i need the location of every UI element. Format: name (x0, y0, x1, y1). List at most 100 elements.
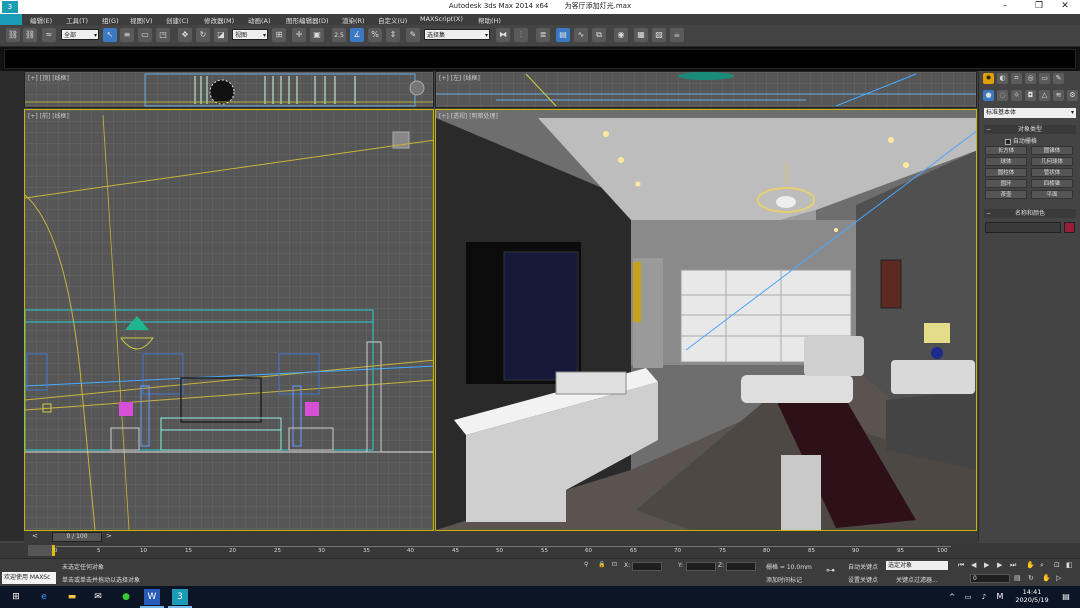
tube-button[interactable]: 管状体 (1031, 168, 1073, 177)
spacewarps-category-icon[interactable]: ≋ (1053, 90, 1064, 101)
auto-grid-checkbox[interactable] (1005, 138, 1011, 145)
viewport-left[interactable]: [+] [左] [线框] (435, 71, 977, 108)
play-icon[interactable]: ▶ (984, 561, 989, 569)
object-type-rollout[interactable]: − 对象类型 (984, 125, 1076, 134)
notifications-icon[interactable]: ▤ (1058, 589, 1074, 605)
viewport-perspective-label[interactable]: [+] [透视] [明暗处理] (439, 111, 498, 120)
menu-help[interactable]: 帮助(H) (478, 15, 501, 25)
isolate-icon[interactable]: ⚲ (584, 561, 588, 568)
motion-tab-icon[interactable]: ◎ (1025, 73, 1036, 84)
menu-create[interactable]: 创建(C) (166, 15, 189, 25)
display-tab-icon[interactable]: ▭ (1039, 73, 1050, 84)
bind-space-warp-icon[interactable]: ≈ (42, 28, 56, 42)
network-icon[interactable]: ▭ (960, 589, 976, 605)
zoom-icon[interactable]: ⌕ (1040, 561, 1044, 570)
snaps-toggle-icon[interactable]: 2.5 (332, 28, 346, 42)
close-button[interactable]: ✕ (1050, 0, 1080, 14)
y-coordinate-field[interactable] (686, 562, 716, 571)
clock[interactable]: 14:41 2020/5/19 (1012, 588, 1052, 604)
absolute-mode-icon[interactable]: ⊡ (612, 561, 617, 568)
torus-button[interactable]: 圆环 (985, 179, 1027, 188)
pyramid-button[interactable]: 四棱锥 (1031, 179, 1073, 188)
mirror-icon[interactable]: ⧓ (496, 28, 510, 42)
menu-animation[interactable]: 动画(A) (248, 15, 271, 25)
teapot-button[interactable]: 茶壶 (985, 190, 1027, 199)
mail-icon[interactable]: ✉ (90, 589, 106, 605)
plane-button[interactable]: 平面 (1031, 190, 1073, 199)
shapes-category-icon[interactable]: ◌ (997, 90, 1008, 101)
key-filters-button[interactable]: 关键点过滤器... (896, 575, 938, 584)
spinner-snap-icon[interactable]: ⇕ (386, 28, 400, 42)
track-view-toggle-icon[interactable] (28, 545, 52, 556)
auto-key-button[interactable]: 自动关键点 (848, 562, 878, 571)
walkthrough-icon[interactable]: ✋ (1042, 574, 1051, 582)
zoom-extents-icon[interactable]: ⊡ (1054, 561, 1060, 569)
create-tab-icon[interactable]: ✹ (983, 73, 994, 84)
hierarchy-tab-icon[interactable]: ⌗ (1011, 73, 1022, 84)
x-coordinate-field[interactable] (632, 562, 662, 571)
time-config-icon[interactable]: ▤ (1014, 574, 1021, 582)
align-icon[interactable]: ⫶ (514, 28, 528, 42)
unlink-icon[interactable]: ⛓ (23, 28, 37, 42)
slider-next-icon[interactable]: > (106, 532, 112, 540)
orbit-icon[interactable]: ↻ (1028, 574, 1034, 582)
graphite-modeling-icon[interactable]: ▤ (556, 28, 570, 42)
modify-tab-icon[interactable]: ◐ (997, 73, 1008, 84)
schematic-view-icon[interactable]: ⧉ (592, 28, 606, 42)
render-production-icon[interactable]: ☕ (670, 28, 684, 42)
select-link-icon[interactable]: ⛓ (6, 28, 20, 42)
time-slider[interactable]: 0 / 100 (52, 532, 102, 542)
select-move-icon[interactable]: ✥ (178, 28, 192, 42)
current-frame-field[interactable]: 0 (970, 574, 1010, 583)
maximize-viewport-icon[interactable]: ◧ (1066, 561, 1073, 569)
layer-manager-icon[interactable]: ≣ (536, 28, 550, 42)
file-explorer-icon[interactable]: ▬ (64, 589, 80, 605)
selection-filter-dropdown[interactable]: 全部 (61, 29, 99, 41)
menu-edit[interactable]: 编辑(E) (30, 15, 52, 25)
app-menu-button[interactable] (0, 14, 22, 25)
cylinder-button[interactable]: 圆柱体 (985, 168, 1027, 177)
selection-lock-icon[interactable]: 🔒 (598, 561, 605, 568)
select-scale-icon[interactable]: ◪ (214, 28, 228, 42)
systems-category-icon[interactable]: ⚙ (1067, 90, 1078, 101)
wechat-icon[interactable]: ● (118, 589, 134, 605)
edge-browser-icon[interactable]: e (36, 589, 52, 605)
edit-named-selection-icon[interactable]: ✎ (406, 28, 420, 42)
menu-modifiers[interactable]: 修改器(M) (204, 15, 234, 25)
windows-start-icon[interactable]: ⊞ (8, 589, 24, 605)
rendered-frame-window-icon[interactable]: ▧ (652, 28, 666, 42)
key-target-dropdown[interactable]: 选定对象 (886, 561, 948, 570)
menu-maxscript[interactable]: MAXScript(X) (420, 15, 463, 23)
z-coordinate-field[interactable] (726, 562, 756, 571)
lights-category-icon[interactable]: ☼ (1011, 90, 1022, 101)
3dsmax-taskbar-icon[interactable]: 3 (172, 589, 188, 605)
sphere-button[interactable]: 球体 (985, 157, 1027, 166)
next-frame-icon[interactable]: ▶ (997, 561, 1002, 569)
add-time-tag[interactable]: 添加时间标记 (766, 575, 802, 584)
name-color-rollout[interactable]: − 名称和颜色 (984, 209, 1076, 218)
maxscript-listener[interactable]: 欢迎使用 MAXSc (2, 572, 56, 584)
select-by-name-icon[interactable]: ≡ (120, 28, 134, 42)
field-of-view-icon[interactable]: ▷ (1056, 574, 1061, 582)
prev-frame-icon[interactable]: ◀ (971, 561, 976, 569)
angle-snap-icon[interactable]: ∡ (350, 28, 364, 42)
geosphere-button[interactable]: 几何球体 (1031, 157, 1073, 166)
window-crossing-icon[interactable]: ◳ (156, 28, 170, 42)
track-bar[interactable]: 0 5 10 15 20 25 30 35 40 45 50 55 60 65 … (0, 543, 1080, 558)
minimize-button[interactable]: – (990, 0, 1020, 14)
cameras-category-icon[interactable]: ◘ (1025, 90, 1036, 101)
ime-icon[interactable]: M (992, 589, 1008, 605)
object-name-input[interactable] (985, 222, 1061, 233)
viewport-perspective[interactable]: [+] [透视] [明暗处理] (435, 109, 977, 531)
curve-editor-icon[interactable]: ∿ (574, 28, 588, 42)
utilities-tab-icon[interactable]: ✎ (1053, 73, 1064, 84)
volume-icon[interactable]: ♪ (976, 589, 992, 605)
select-object-icon[interactable]: ↖ (103, 28, 117, 42)
percent-snap-icon[interactable]: % (368, 28, 382, 42)
menu-group[interactable]: 组(G) (102, 15, 119, 25)
set-key-button[interactable]: 设置关键点 (848, 575, 878, 584)
box-button[interactable]: 长方体 (985, 146, 1027, 155)
set-key-icon[interactable]: ⊶ (826, 566, 835, 576)
select-manipulate-icon[interactable]: ✛ (292, 28, 306, 42)
menu-views[interactable]: 视图(V) (130, 15, 153, 25)
